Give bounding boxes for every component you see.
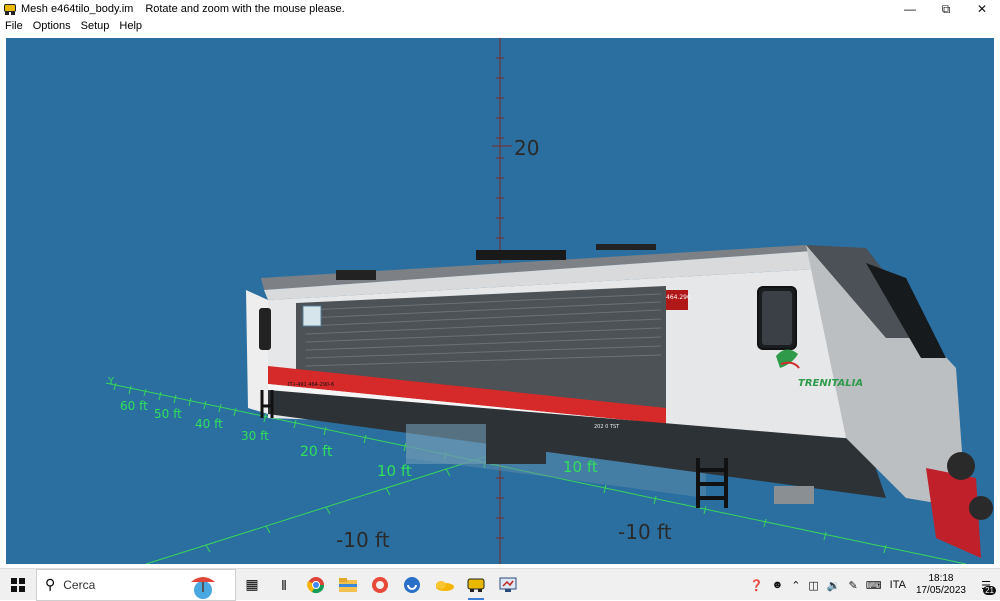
- language-indicator[interactable]: ITA: [886, 579, 910, 591]
- onedrive-icon[interactable]: [428, 569, 460, 601]
- menu-file[interactable]: File: [0, 20, 28, 32]
- loco-side-text-2: 202 0 TST: [594, 424, 620, 430]
- clock-date: 17/05/2023: [915, 585, 966, 596]
- axis-label-50: 50 ft: [154, 407, 182, 421]
- app-train-icon: [3, 2, 17, 16]
- monitor-app-icon[interactable]: [492, 569, 524, 601]
- window-title: Mesh e464tilo_body.im: [21, 3, 134, 15]
- mesh-viewer-app-icon[interactable]: [460, 569, 492, 601]
- app-blue-circle-icon[interactable]: [396, 569, 428, 601]
- loco-side-text-1: IT-I-491 464-290-6: [288, 382, 335, 388]
- windows-icon: [11, 577, 25, 592]
- pin-separator-icon: ‖: [281, 576, 287, 593]
- taskbar: ⚲ Cerca ▦ ‖ ❓ ☻ ⌃ ◫ 🔉 ✎ ⌨ ITA 18:18 17/0…: [0, 568, 1000, 601]
- chrome-icon[interactable]: [300, 569, 332, 601]
- search-placeholder: Cerca: [63, 577, 96, 592]
- locomotive-mesh: [246, 244, 993, 558]
- window-hint: Rotate and zoom with the mouse please.: [145, 3, 345, 15]
- menu-bar: File Options Setup Help: [0, 18, 1000, 34]
- search-icon: ⚲: [45, 576, 56, 592]
- menu-setup[interactable]: Setup: [76, 20, 115, 32]
- axis-label-30: 30 ft: [241, 429, 269, 443]
- pen-icon[interactable]: ✎: [845, 579, 862, 592]
- keyboard-icon[interactable]: ⌨: [862, 579, 886, 592]
- start-button[interactable]: [0, 569, 36, 601]
- people-icon[interactable]: ☻: [768, 579, 788, 591]
- mesh-viewport[interactable]: 20 Y 60 ft 50 ft 40 ft 30 ft 20 ft 10 ft…: [6, 38, 994, 564]
- cab-door-left: [259, 308, 271, 350]
- system-tray: ❓ ☻ ⌃ ◫ 🔉 ✎ ⌨ ITA 18:18 17/05/2023 ☰ 21: [746, 569, 1000, 601]
- task-view-icon[interactable]: ▦: [236, 569, 268, 601]
- menu-help[interactable]: Help: [114, 20, 147, 32]
- menu-options[interactable]: Options: [28, 20, 76, 32]
- axis-label-10-right: 10 ft: [563, 458, 598, 476]
- axis-label-40: 40 ft: [195, 417, 223, 431]
- app-swirl-icon[interactable]: [364, 569, 396, 601]
- clock-time: 18:18: [928, 573, 954, 584]
- volume-icon[interactable]: 🔉: [823, 579, 845, 592]
- close-icon[interactable]: ✕: [964, 0, 1000, 18]
- z-axis-label: 20: [514, 136, 540, 160]
- search-highlight-icon: [191, 576, 215, 599]
- neg-label-left: -10 ft: [336, 528, 390, 552]
- restore-icon[interactable]: ⧉: [928, 0, 964, 18]
- axis-label-60: 60 ft: [120, 399, 148, 413]
- chevron-up-icon[interactable]: ⌃: [787, 579, 804, 592]
- axis-label-10-left: 10 ft: [377, 462, 412, 480]
- mesh-scene: [105, 38, 993, 564]
- loco-number-text: 464.290: [666, 294, 691, 301]
- y-axis-letter: Y: [108, 376, 115, 387]
- notification-count: 21: [983, 586, 996, 595]
- axis-label-20: 20 ft: [300, 444, 333, 460]
- minimize-icon[interactable]: —: [892, 0, 928, 18]
- help-weather-icon[interactable]: ❓: [746, 579, 768, 592]
- file-explorer-icon[interactable]: [332, 569, 364, 601]
- neg-label-right: -10 ft: [618, 520, 672, 544]
- taskbar-search[interactable]: ⚲ Cerca: [36, 568, 236, 601]
- loco-brand-text: TRENITALIA: [798, 378, 864, 389]
- network-icon[interactable]: ◫: [804, 579, 822, 592]
- clock[interactable]: 18:18 17/05/2023: [910, 573, 972, 597]
- title-bar: Mesh e464tilo_body.im Rotate and zoom wi…: [0, 0, 1000, 18]
- notification-center-icon[interactable]: ☰ 21: [972, 569, 1000, 601]
